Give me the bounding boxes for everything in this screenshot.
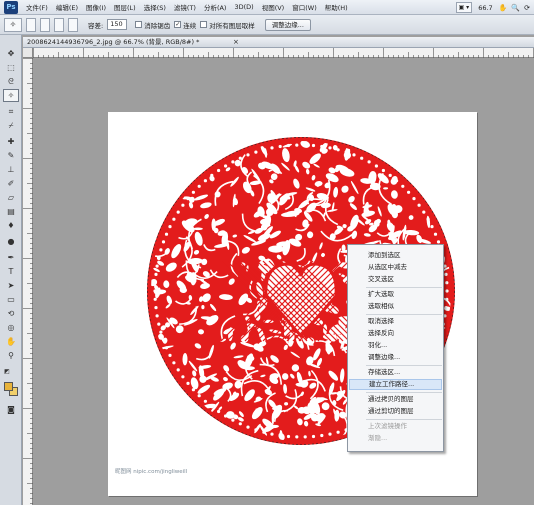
menu-file[interactable]: 文件(F) bbox=[22, 2, 52, 12]
rotate-icon[interactable]: ⟳ bbox=[524, 4, 530, 12]
tolerance-input[interactable]: 150 bbox=[107, 19, 128, 30]
refine-edge-button[interactable]: 调整边缘... bbox=[264, 18, 311, 31]
gradient-tool-icon[interactable]: ▤ bbox=[3, 205, 19, 218]
foreground-color-swatch[interactable] bbox=[4, 382, 13, 391]
toolbox: ✥ ⬚ ᘓ ✧ ⌗ ⌿ ✚ ✎ ⊥ ✐ ▱ ▤ ♦ ● ✒ T ➤ ▭ ⟲ ◎ … bbox=[0, 35, 22, 505]
3d-orbit-tool-icon[interactable]: ◎ bbox=[3, 321, 19, 334]
menu-view[interactable]: 视图(V) bbox=[258, 2, 289, 12]
3d-rotate-tool-icon[interactable]: ⟲ bbox=[3, 307, 19, 320]
menu-item-last-filter[interactable]: 上次滤镜操作 bbox=[349, 421, 442, 432]
zoom-tool-icon[interactable]: ⚲ bbox=[3, 349, 19, 362]
menu-item-add-to-selection[interactable]: 添加到选区 bbox=[349, 250, 442, 261]
menu-item-layer-via-cut[interactable]: 通过剪切的图层 bbox=[349, 406, 442, 417]
app-bar-controls: ▣ ▾ 66.7 ✋ 🔍 ⟳ bbox=[455, 0, 534, 15]
menu-layer[interactable]: 图层(L) bbox=[110, 2, 140, 12]
vertical-ruler[interactable] bbox=[23, 58, 33, 505]
eraser-tool-icon[interactable]: ▱ bbox=[3, 191, 19, 204]
watermark: 昵图网 nipic.com/jingliweill bbox=[115, 469, 188, 475]
menu-help[interactable]: 帮助(H) bbox=[321, 2, 352, 12]
menu-window[interactable]: 窗口(W) bbox=[288, 2, 321, 12]
pen-tool-icon[interactable]: ✒ bbox=[3, 251, 19, 264]
zoom-icon[interactable]: 🔍 bbox=[511, 4, 520, 12]
sample-all-layers-box[interactable] bbox=[200, 21, 208, 28]
move-tool-icon[interactable]: ✥ bbox=[3, 47, 19, 60]
contiguous-checkbox[interactable]: ✓ 连续 bbox=[174, 20, 196, 30]
magic-wand-icon: ✧ bbox=[9, 19, 17, 29]
selection-add-icon[interactable] bbox=[40, 17, 50, 32]
marquee-tool-icon[interactable]: ⬚ bbox=[3, 61, 19, 74]
menu-3d[interactable]: 3D(D) bbox=[230, 3, 257, 11]
sample-all-layers-label: 对所有图层取样 bbox=[209, 21, 255, 30]
clone-stamp-tool-icon[interactable]: ⊥ bbox=[3, 163, 19, 176]
menu-item-deselect[interactable]: 取消选择 bbox=[349, 316, 442, 327]
default-colors-icon[interactable]: ◩ bbox=[3, 365, 11, 378]
anti-alias-box[interactable] bbox=[135, 21, 143, 28]
history-brush-tool-icon[interactable]: ✐ bbox=[3, 177, 19, 190]
menu-separator bbox=[366, 419, 442, 420]
menu-analysis[interactable]: 分析(A) bbox=[200, 2, 231, 12]
shape-tool-icon[interactable]: ▭ bbox=[3, 293, 19, 306]
menu-item-similar[interactable]: 选取相似 bbox=[349, 301, 442, 312]
dodge-tool-icon[interactable]: ● bbox=[3, 235, 19, 248]
magic-wand-tool-icon[interactable]: ✧ bbox=[3, 89, 19, 102]
photoshop-logo: Ps bbox=[4, 0, 18, 14]
eyedropper-tool-icon[interactable]: ⌿ bbox=[3, 119, 19, 132]
menu-separator bbox=[366, 392, 442, 393]
anti-alias-label: 消除锯齿 bbox=[144, 21, 171, 30]
horizontal-ruler-ticks bbox=[33, 48, 534, 58]
screen-mode-button[interactable]: ▣ ▾ bbox=[455, 2, 473, 13]
type-tool-icon[interactable]: T bbox=[3, 265, 19, 278]
options-bar: ✧ 容差: 150 消除锯齿 ✓ 连续 对所有图层取样 调整边缘... bbox=[0, 15, 534, 35]
menu-item-subtract-from-selection[interactable]: 从选区中减去 bbox=[349, 262, 442, 273]
contiguous-box[interactable]: ✓ bbox=[174, 21, 182, 28]
context-menu: 添加到选区 从选区中减去 交叉选区扩大选取 选取相似取消选择 选择反向 羽化... 调整边缘… bbox=[347, 244, 444, 452]
brush-tool-icon[interactable]: ✎ bbox=[3, 149, 19, 162]
selection-intersect-icon[interactable] bbox=[68, 17, 78, 32]
menu-filter[interactable]: 滤镜(T) bbox=[170, 2, 200, 12]
menu-separator bbox=[366, 365, 442, 366]
menu-item-feather[interactable]: 羽化... bbox=[349, 340, 442, 351]
hand-icon[interactable]: ✋ bbox=[499, 4, 508, 12]
menu-item-layer-via-copy[interactable]: 通过拷贝的图层 bbox=[349, 394, 442, 405]
selection-subtract-icon[interactable] bbox=[54, 17, 64, 32]
crop-tool-icon[interactable]: ⌗ bbox=[3, 105, 19, 118]
menu-item-make-work-path[interactable]: 建立工作路径... bbox=[349, 379, 442, 390]
menu-item-select-inverse[interactable]: 选择反向 bbox=[349, 328, 442, 339]
menu-image[interactable]: 图像(I) bbox=[82, 2, 110, 12]
blur-tool-icon[interactable]: ♦ bbox=[3, 219, 19, 232]
lasso-tool-icon[interactable]: ᘓ bbox=[3, 75, 19, 88]
tool-preset-picker[interactable]: ✧ bbox=[4, 17, 22, 32]
anti-alias-checkbox[interactable]: 消除锯齿 bbox=[135, 20, 170, 30]
menu-edit[interactable]: 编辑(E) bbox=[52, 2, 82, 12]
ruler-origin[interactable] bbox=[23, 48, 33, 58]
sample-all-layers-checkbox[interactable]: 对所有图层取样 bbox=[200, 20, 255, 30]
selection-new-icon[interactable] bbox=[26, 17, 36, 32]
tolerance-label: 容差: bbox=[88, 21, 104, 30]
menu-separator bbox=[366, 287, 442, 288]
healing-brush-tool-icon[interactable]: ✚ bbox=[3, 135, 19, 148]
contiguous-label: 连续 bbox=[183, 21, 197, 30]
quick-mask-icon[interactable]: ◙ bbox=[3, 403, 19, 416]
path-selection-tool-icon[interactable]: ➤ bbox=[3, 279, 19, 292]
menu-item-save-selection[interactable]: 存储选区... bbox=[349, 367, 442, 378]
menu-item-intersect-selection[interactable]: 交叉选区 bbox=[349, 274, 442, 285]
menu-select[interactable]: 选择(S) bbox=[140, 2, 170, 12]
menu-item-grow[interactable]: 扩大选取 bbox=[349, 289, 442, 300]
horizontal-ruler[interactable] bbox=[33, 48, 534, 58]
menu-item-fade[interactable]: 渐隐... bbox=[349, 433, 442, 444]
menu-item-refine-edge[interactable]: 调整边缘... bbox=[349, 352, 442, 363]
document-tab[interactable]: 2008624144936796_2.jpg @ 66.7% (背景, RGB/… bbox=[23, 37, 534, 48]
hand-tool-icon[interactable]: ✋ bbox=[3, 335, 19, 348]
close-icon[interactable]: × bbox=[233, 37, 239, 48]
document-title: 2008624144936796_2.jpg @ 66.7% (背景, RGB/… bbox=[27, 38, 200, 46]
zoom-readout[interactable]: 66.7 bbox=[476, 4, 494, 12]
menu-separator bbox=[366, 314, 442, 315]
menu-bar: Ps 文件(F) 编辑(E) 图像(I) 图层(L) 选择(S) 滤镜(T) 分… bbox=[0, 0, 534, 15]
vertical-ruler-ticks bbox=[23, 58, 33, 504]
